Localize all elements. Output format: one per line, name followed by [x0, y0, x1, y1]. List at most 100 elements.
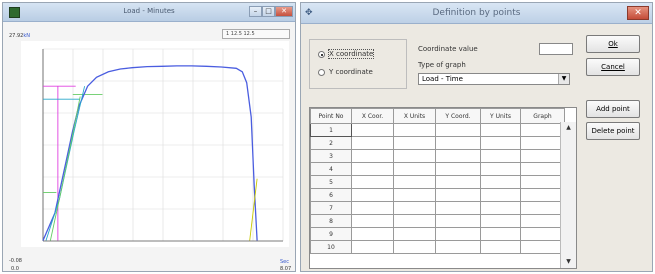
table-cell[interactable]: [435, 188, 481, 202]
scroll-down-icon[interactable]: ▼: [561, 256, 576, 268]
table-cell[interactable]: [520, 123, 565, 137]
graph-type-label: Type of graph: [418, 61, 466, 69]
table-cell[interactable]: [351, 162, 394, 176]
table-cell[interactable]: [520, 201, 565, 215]
table-row[interactable]: 9: [310, 227, 565, 241]
column-header[interactable]: X Units: [393, 108, 436, 124]
table-cell[interactable]: [435, 175, 481, 189]
table-cell[interactable]: [393, 123, 436, 137]
table-cell[interactable]: [393, 188, 436, 202]
table-cell[interactable]: [435, 162, 481, 176]
ok-button[interactable]: Ok: [586, 35, 640, 53]
table-cell[interactable]: [520, 240, 565, 254]
table-row[interactable]: 5: [310, 175, 565, 189]
table-cell[interactable]: [351, 240, 394, 254]
row-number-cell[interactable]: 5: [310, 175, 352, 189]
vertical-scrollbar[interactable]: ▲ ▼: [560, 122, 576, 268]
chevron-down-icon[interactable]: ▼: [558, 74, 569, 84]
table-cell[interactable]: [480, 136, 521, 150]
table-cell[interactable]: [351, 136, 394, 150]
scroll-up-icon[interactable]: ▲: [561, 122, 576, 134]
delete-point-button[interactable]: Delete point: [586, 122, 640, 140]
table-cell[interactable]: [520, 175, 565, 189]
table-cell[interactable]: [351, 188, 394, 202]
table-cell[interactable]: [393, 227, 436, 241]
table-row[interactable]: 2: [310, 136, 565, 150]
table-cell[interactable]: [480, 175, 521, 189]
table-row[interactable]: 6: [310, 188, 565, 202]
close-button[interactable]: ✕: [275, 6, 293, 17]
table-cell[interactable]: [435, 149, 481, 163]
table-row[interactable]: 8: [310, 214, 565, 228]
table-cell[interactable]: [435, 201, 481, 215]
table-cell[interactable]: [393, 149, 436, 163]
add-point-button[interactable]: Add point: [586, 100, 640, 118]
coordinate-value-input[interactable]: [539, 43, 573, 55]
row-number-cell[interactable]: 3: [310, 149, 352, 163]
table-cell[interactable]: [520, 227, 565, 241]
chart-series: [42, 65, 258, 241]
table-row[interactable]: 10: [310, 240, 565, 254]
table-cell[interactable]: [435, 227, 481, 241]
table-cell[interactable]: [480, 240, 521, 254]
table-cell[interactable]: [520, 188, 565, 202]
table-cell[interactable]: [351, 175, 394, 189]
table-cell[interactable]: [351, 214, 394, 228]
minimize-button[interactable]: –: [249, 6, 262, 17]
table-cell[interactable]: [480, 149, 521, 163]
series-line: [49, 96, 81, 241]
cancel-button[interactable]: Cancel: [586, 58, 640, 76]
row-number-cell[interactable]: 10: [310, 240, 352, 254]
table-cell[interactable]: [435, 240, 481, 254]
table-cell[interactable]: [393, 214, 436, 228]
table-cell[interactable]: [393, 136, 436, 150]
table-cell[interactable]: [351, 227, 394, 241]
row-number-cell[interactable]: 4: [310, 162, 352, 176]
table-cell[interactable]: [393, 162, 436, 176]
table-row[interactable]: 4: [310, 162, 565, 176]
table-cell[interactable]: [393, 201, 436, 215]
row-number-cell[interactable]: 1: [310, 123, 352, 137]
y-coordinate-radio[interactable]: Y coordinate: [318, 68, 408, 79]
table-row[interactable]: 7: [310, 201, 565, 215]
row-number-cell[interactable]: 8: [310, 214, 352, 228]
graph-type-select[interactable]: Load - Time ▼: [418, 73, 570, 85]
table-cell[interactable]: [480, 123, 521, 137]
table-cell[interactable]: [480, 188, 521, 202]
table-cell[interactable]: [435, 214, 481, 228]
table-cell[interactable]: [351, 123, 394, 137]
row-number-cell[interactable]: 6: [310, 188, 352, 202]
row-number-cell[interactable]: 7: [310, 201, 352, 215]
points-grid[interactable]: Point No X Coor. X Units Y Coord. Y Unit…: [309, 107, 577, 269]
table-cell[interactable]: [520, 162, 565, 176]
column-header[interactable]: Y Coord.: [435, 108, 481, 124]
table-cell[interactable]: [480, 227, 521, 241]
column-header[interactable]: Point No: [310, 108, 352, 124]
table-cell[interactable]: [351, 149, 394, 163]
table-row[interactable]: 3: [310, 149, 565, 163]
table-cell[interactable]: [480, 214, 521, 228]
x-coordinate-radio[interactable]: X coordinate: [318, 49, 408, 61]
table-cell[interactable]: [520, 214, 565, 228]
table-cell[interactable]: [480, 162, 521, 176]
maximize-button[interactable]: □: [262, 6, 275, 17]
column-header[interactable]: Y Units: [480, 108, 521, 124]
dialog-close-button[interactable]: ✕: [627, 6, 649, 20]
column-header[interactable]: X Coor.: [351, 108, 394, 124]
graph-window-titlebar[interactable]: Load - Minutes – □ ✕: [3, 3, 295, 22]
table-cell[interactable]: [435, 136, 481, 150]
table-cell[interactable]: [435, 123, 481, 137]
row-number-cell[interactable]: 9: [310, 227, 352, 241]
table-row[interactable]: 1: [310, 123, 565, 137]
dialog-titlebar[interactable]: ✥ Definition by points ✕: [301, 3, 652, 24]
table-cell[interactable]: [393, 240, 436, 254]
row-number-cell[interactable]: 2: [310, 136, 352, 150]
table-cell[interactable]: [351, 201, 394, 215]
table-cell[interactable]: [393, 175, 436, 189]
load-time-chart[interactable]: [21, 41, 289, 247]
column-header[interactable]: Graph: [520, 108, 565, 124]
delete-point-label: Delete point: [591, 127, 635, 135]
table-cell[interactable]: [480, 201, 521, 215]
table-cell[interactable]: [520, 149, 565, 163]
table-cell[interactable]: [520, 136, 565, 150]
